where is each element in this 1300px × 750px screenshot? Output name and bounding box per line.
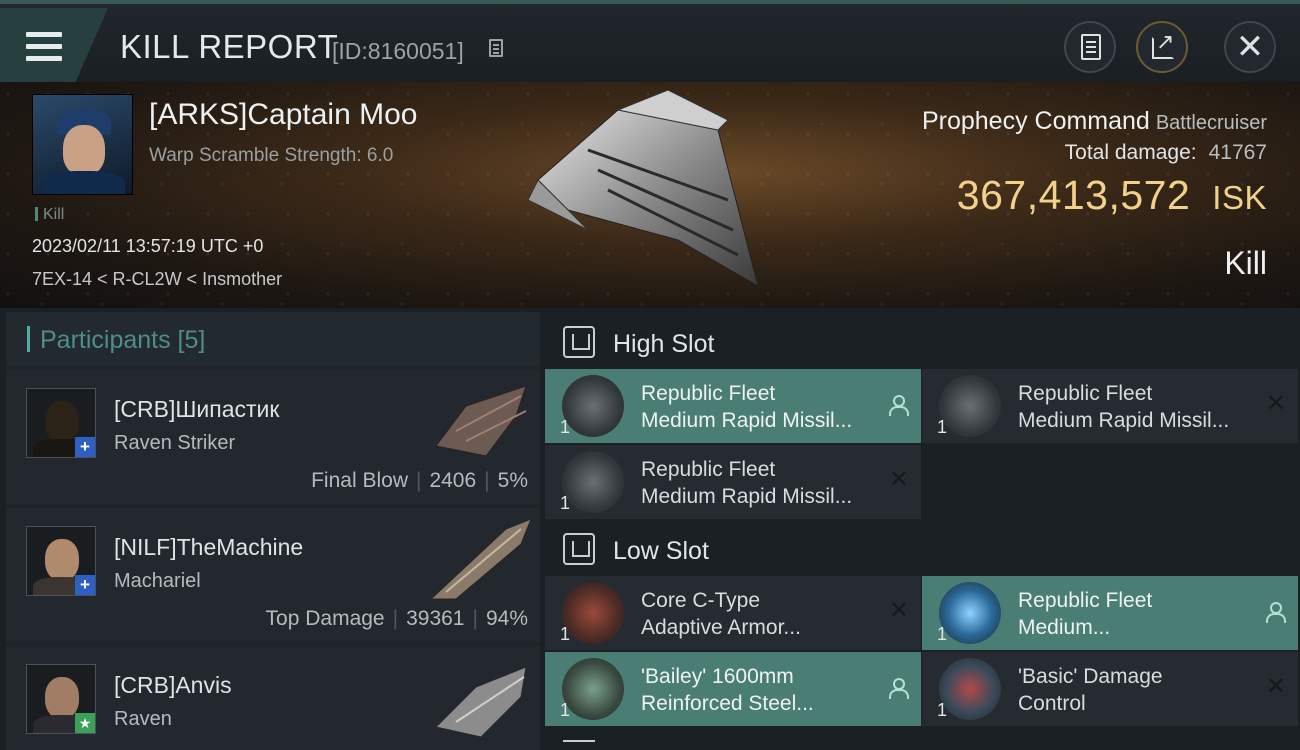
participant-portrait: + <box>26 388 96 458</box>
participant-ship-image <box>435 385 527 457</box>
participant-name: [CRB]Anvis <box>114 672 232 698</box>
menu-tab[interactable] <box>0 8 108 82</box>
participant-portrait: + <box>26 526 96 596</box>
participant-portrait: ★ <box>26 664 96 734</box>
victim-banner: [ARKS]Captain Moo Warp Scramble Strength… <box>0 82 1300 308</box>
header-bar: KILL REPORT [ID:8160051] ✕ <box>0 0 1300 82</box>
kill-id: [ID:8160051] <box>332 38 464 64</box>
participant-ship: Machariel <box>114 570 201 592</box>
hamburger-menu-icon[interactable] <box>26 32 62 62</box>
participants-panel: Participants [5] + [CRB]Шипастик Raven S… <box>6 312 540 750</box>
participant-row[interactable]: + [CRB]Шипастик Raven Striker Final Blow… <box>6 370 540 504</box>
close-icon: ✕ <box>1235 28 1265 66</box>
low-slot-icon <box>563 533 595 565</box>
plus-badge-icon: + <box>75 437 95 457</box>
module-item[interactable]: 1 Republic Fleet Medium Rapid Missil... <box>545 369 921 443</box>
missile-launcher-icon <box>939 375 1001 437</box>
participant-ship-image <box>435 666 527 738</box>
ship-name[interactable]: Prophecy Command Battlecruiser <box>922 107 1267 136</box>
missile-launcher-icon <box>562 451 624 513</box>
close-button[interactable]: ✕ <box>1224 21 1276 73</box>
armor-hardener-icon <box>562 582 624 644</box>
participant-ship: Raven Striker <box>114 432 236 454</box>
kill-timestamp: 2023/02/11 13:57:19 UTC +0 <box>32 236 264 256</box>
total-damage: Total damage: 41767 <box>1064 141 1267 164</box>
participant-row[interactable]: + [NILF]TheMachine Machariel Top Damage |… <box>6 508 540 642</box>
warp-scramble-strength: Warp Scramble Strength: 6.0 <box>149 145 394 166</box>
isk-value: 367,413,572 ISK <box>956 172 1267 218</box>
ballistic-control-icon <box>939 582 1001 644</box>
clipboard-icon <box>1081 34 1101 60</box>
close-icon: ✕ <box>1265 390 1286 417</box>
participants-title: Participants [5] <box>40 326 206 354</box>
damage-control-icon <box>939 658 1001 720</box>
participant-ship: Raven <box>114 708 172 730</box>
participant-row[interactable]: ★ [CRB]Anvis Raven <box>6 646 540 750</box>
participant-name: [NILF]TheMachine <box>114 534 304 560</box>
module-item[interactable]: 1 Republic Fleet Medium Rapid Missil... … <box>545 445 921 519</box>
low-slot-header: Low Slot <box>543 523 1300 575</box>
high-slot-icon <box>563 326 595 358</box>
victim-ship-render[interactable] <box>528 90 768 294</box>
module-item[interactable]: 1 Core C-Type Adaptive Armor... ✕ <box>545 576 921 650</box>
victim-portrait[interactable] <box>32 94 133 195</box>
share-button[interactable] <box>1136 21 1188 73</box>
close-icon: ✕ <box>1265 673 1286 700</box>
low-slot-label: Low Slot <box>613 537 709 565</box>
high-slot-label: High Slot <box>613 330 715 358</box>
participant-stats: Final Blow | 2406 | 5% <box>311 469 528 492</box>
person-icon <box>1265 602 1286 623</box>
kill-tag: Kill <box>35 206 64 224</box>
participant-name: [CRB]Шипастик <box>114 396 280 422</box>
module-item[interactable]: 1 Republic Fleet Medium Rapid Missil... … <box>922 369 1298 443</box>
page-title: KILL REPORT <box>120 28 339 65</box>
ship-class: Battlecruiser <box>1155 112 1267 134</box>
star-badge-icon: ★ <box>75 713 95 733</box>
kill-location[interactable]: 7EX-14 < R-CL2W < Insmother <box>32 269 282 290</box>
module-item[interactable]: 1 'Bailey' 1600mm Reinforced Steel... <box>545 652 921 726</box>
module-item[interactable]: 1 Republic Fleet Medium... <box>922 576 1298 650</box>
person-icon <box>888 395 909 416</box>
person-icon <box>888 678 909 699</box>
copy-id-icon[interactable] <box>489 39 503 57</box>
close-icon: ✕ <box>888 597 909 624</box>
module-item[interactable]: 1 'Basic' Damage Control ✕ <box>922 652 1298 726</box>
mid-slot-header-partial <box>563 740 595 750</box>
participants-header: Participants [5] <box>6 312 540 366</box>
armor-plate-icon <box>562 658 624 720</box>
fitting-panel: High Slot 1 Republic Fleet Medium Rapid … <box>543 312 1300 750</box>
participant-ship-image <box>429 518 532 600</box>
high-slot-header: High Slot <box>543 316 1300 368</box>
victim-name[interactable]: [ARKS]Captain Moo <box>149 98 417 132</box>
kill-result: Kill <box>1224 245 1267 281</box>
clipboard-button[interactable] <box>1064 21 1116 73</box>
missile-launcher-icon <box>562 375 624 437</box>
participant-stats: Top Damage | 39361 | 94% <box>265 607 528 630</box>
close-icon: ✕ <box>888 466 909 493</box>
share-icon <box>1152 29 1174 59</box>
plus-badge-icon: + <box>75 575 95 595</box>
